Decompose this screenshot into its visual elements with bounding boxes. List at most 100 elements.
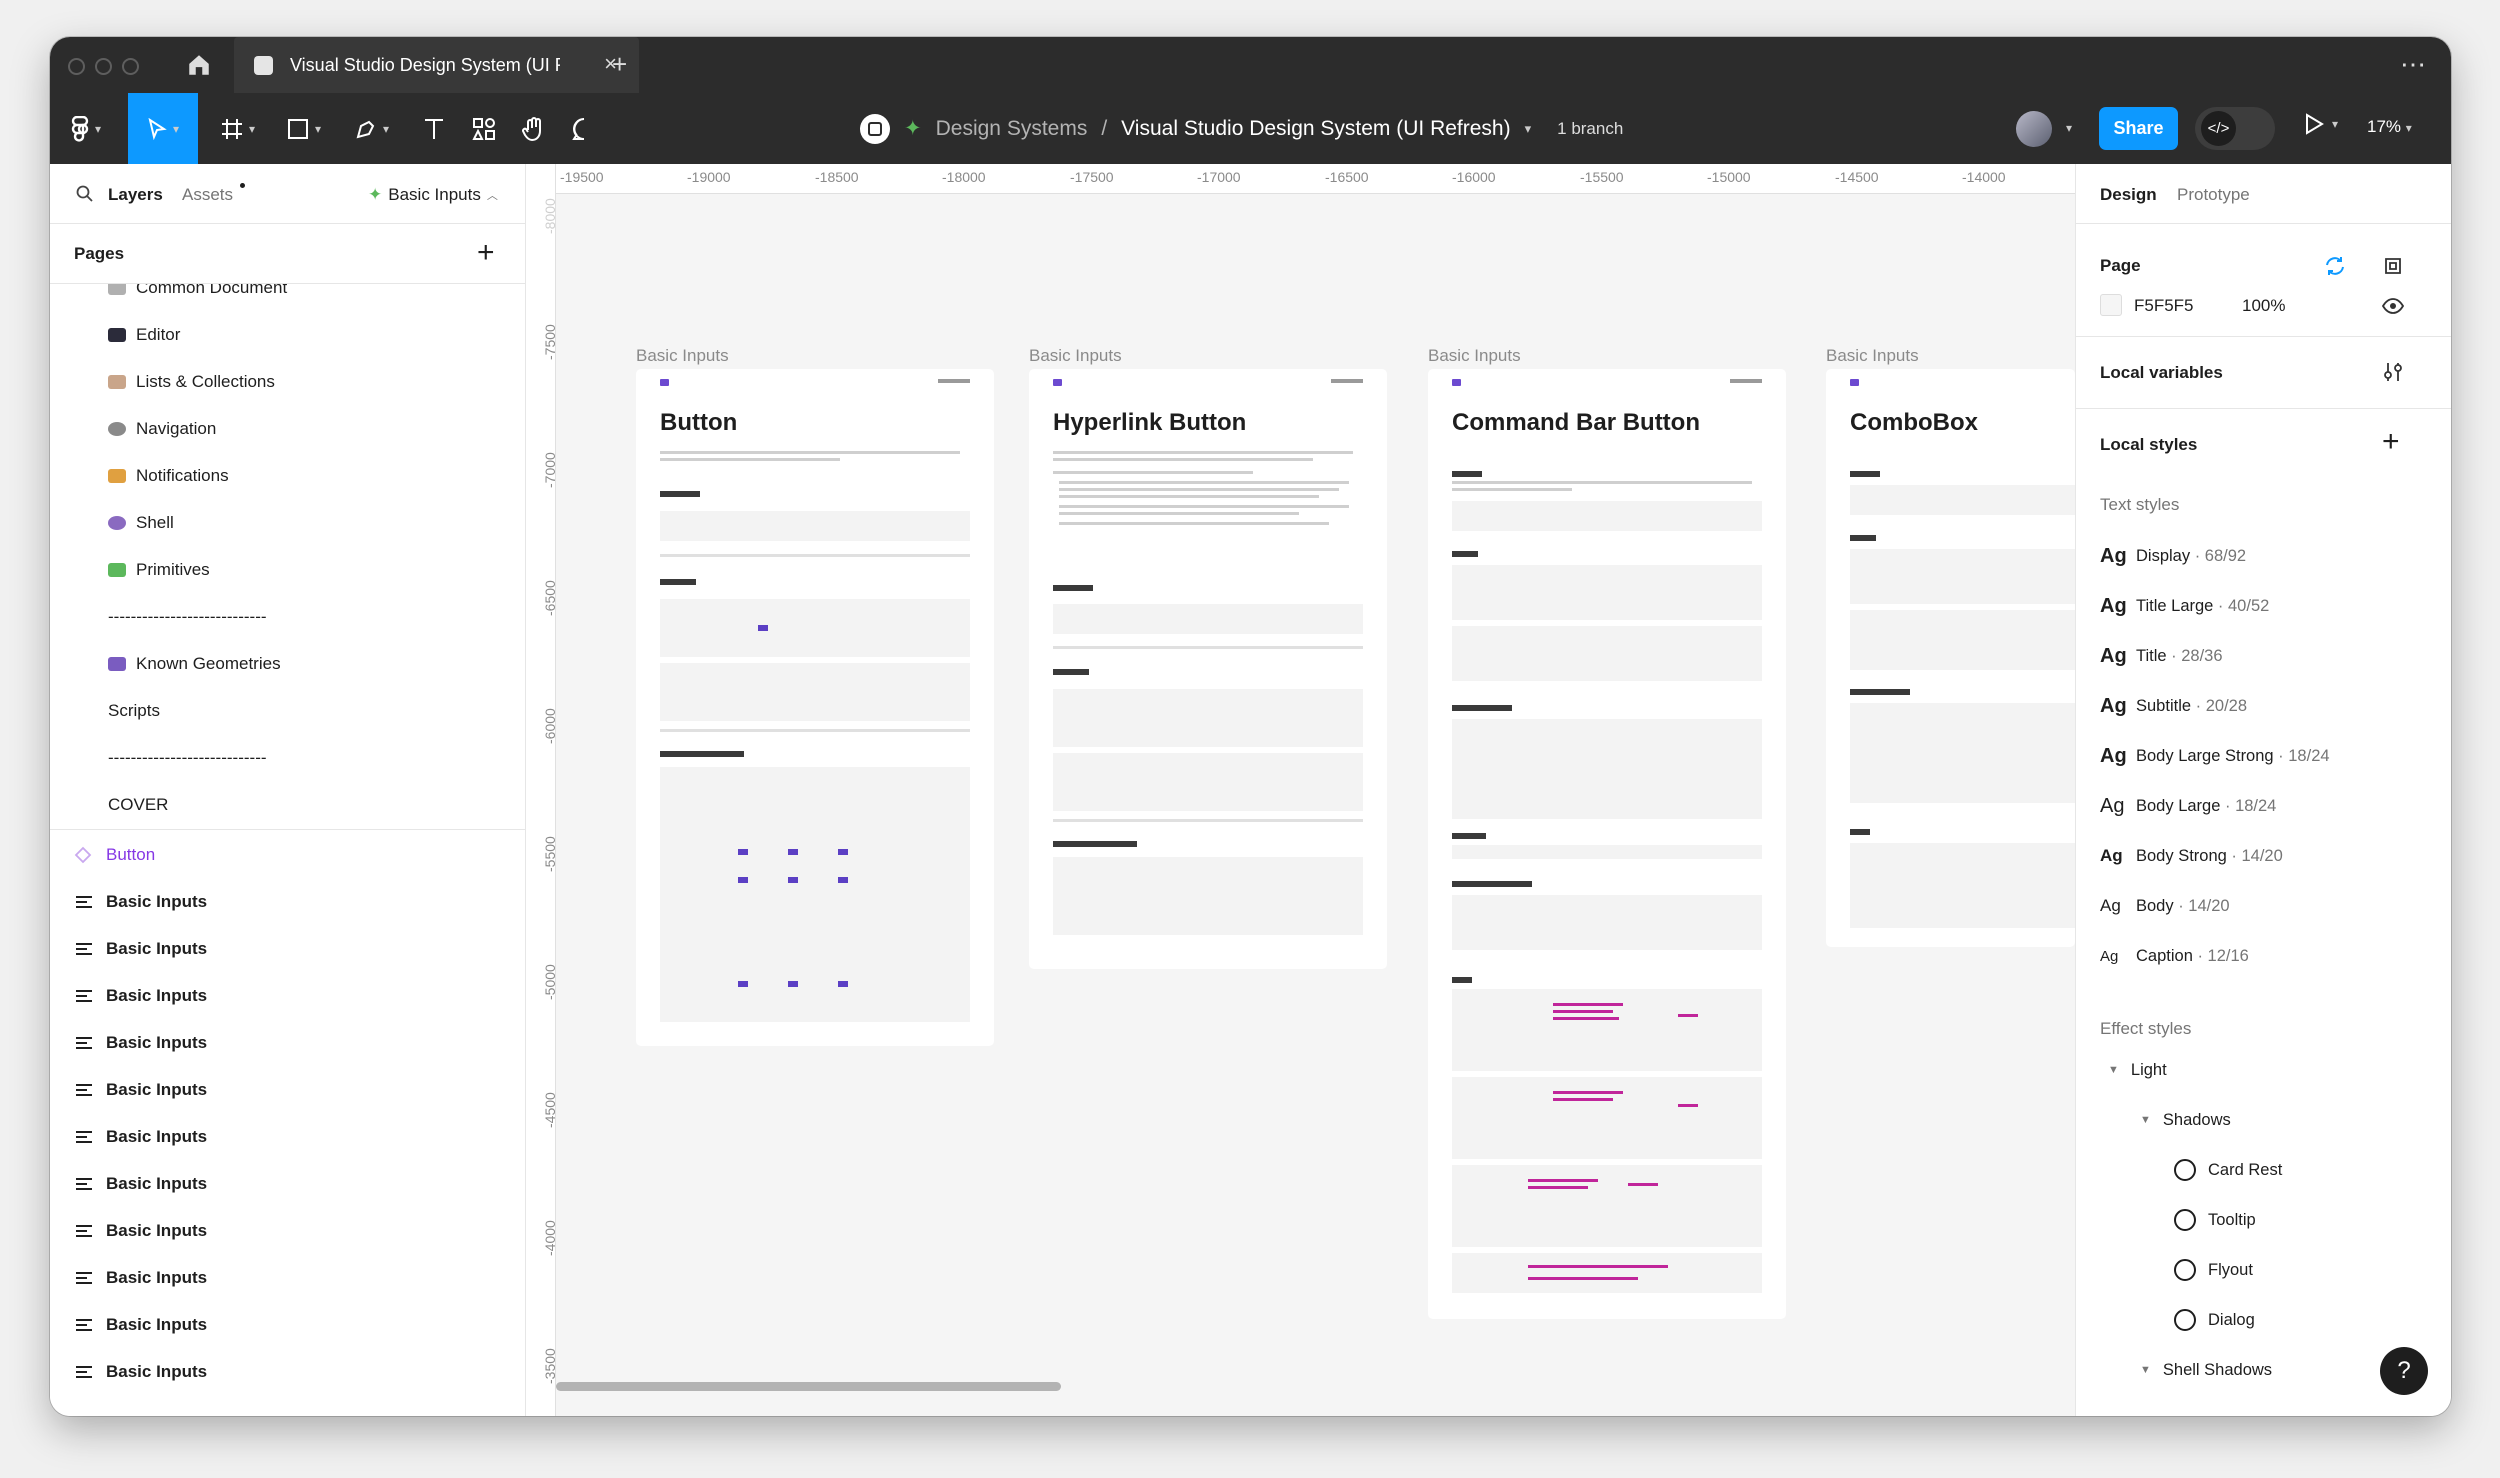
effect-subgroup[interactable]: ▼ Shell Shadows <box>2140 1355 2272 1385</box>
text-style-item[interactable]: Ag Title · 28/36 <box>2100 641 2223 671</box>
page-item[interactable]: Notifications <box>50 452 525 499</box>
avatar[interactable] <box>2016 111 2052 147</box>
text-style-item[interactable]: Ag Body Strong · 14/20 <box>2100 841 2283 871</box>
page-item-label: Notifications <box>136 465 229 485</box>
text-style-item[interactable]: Ag Caption · 12/16 <box>2100 941 2249 971</box>
page-divider[interactable]: ---------------------------- <box>50 593 525 640</box>
avatar-chevron-icon[interactable]: ▾ <box>2066 121 2072 135</box>
text-style-item[interactable]: Ag Display · 68/92 <box>2100 541 2246 571</box>
page-item[interactable]: Editor <box>50 311 525 358</box>
add-page-button[interactable]: + <box>477 236 495 270</box>
effect-style-item[interactable]: Flyout <box>2174 1255 2253 1285</box>
ruler-tick: -17500 <box>1070 169 1114 185</box>
dev-mode-toggle[interactable]: </> <box>2195 107 2275 150</box>
layer-item[interactable]: Basic Inputs <box>50 878 525 925</box>
present-button[interactable]: ▾ <box>2304 113 2338 135</box>
text-style-item[interactable]: Ag Body Large Strong · 18/24 <box>2100 741 2330 771</box>
layer-item[interactable]: Basic Inputs <box>50 972 525 1019</box>
frame-tool[interactable]: ▾ <box>210 93 266 164</box>
page-item[interactable]: Common Document <box>50 284 525 311</box>
layer-item[interactable]: Button <box>50 831 525 878</box>
local-variables-title[interactable]: Local variables <box>2100 363 2223 383</box>
page-picker[interactable]: ✦ Basic Inputs ︿ <box>368 185 498 205</box>
frame-label[interactable]: Basic Inputs <box>1428 346 1521 366</box>
effect-style-item[interactable]: Card Rest <box>2174 1155 2282 1185</box>
frame-label[interactable]: Basic Inputs <box>1826 346 1919 366</box>
text-style-item[interactable]: Ag Title Large · 40/52 <box>2100 591 2269 621</box>
effect-group[interactable]: ▼ Light <box>2108 1055 2167 1085</box>
library-icon[interactable] <box>2382 256 2404 276</box>
layer-item[interactable]: Basic Inputs <box>50 1301 525 1348</box>
file-tab[interactable]: Visual Studio Design System (UI Re × <box>234 37 639 93</box>
frame-label[interactable]: Basic Inputs <box>1029 346 1122 366</box>
text-style-size: · 12/16 <box>2192 946 2249 965</box>
home-icon[interactable] <box>186 52 212 78</box>
page-opacity-value[interactable]: 100% <box>2242 296 2285 316</box>
page-divider[interactable]: ---------------------------- <box>50 734 525 781</box>
pen-tool[interactable]: ▾ <box>344 93 400 164</box>
frame-label[interactable]: Basic Inputs <box>636 346 729 366</box>
layer-item[interactable]: Basic Inputs <box>50 925 525 972</box>
page-item[interactable]: Lists & Collections <box>50 358 525 405</box>
tab-layers[interactable]: Layers <box>108 185 163 205</box>
share-button[interactable]: Share <box>2099 107 2178 150</box>
text-style-item[interactable]: Ag Body Large · 18/24 <box>2100 791 2276 821</box>
layer-item[interactable]: Basic Inputs <box>50 1348 525 1395</box>
horizontal-scrollbar[interactable] <box>556 1382 1061 1391</box>
file-name[interactable]: Visual Studio Design System (UI Refresh) <box>1121 117 1510 141</box>
layer-item[interactable]: Basic Inputs <box>50 1207 525 1254</box>
layer-item[interactable]: Basic Inputs <box>50 1160 525 1207</box>
frame-hyperlink-button[interactable]: Hyperlink Button <box>1029 369 1387 969</box>
page-color-value[interactable]: F5F5F5 <box>2134 296 2194 316</box>
pages-title[interactable]: Pages <box>74 244 124 264</box>
frame-combobox[interactable]: ComboBox <box>1826 369 2075 947</box>
shape-tool[interactable]: ▾ <box>276 93 332 164</box>
window-controls[interactable] <box>68 58 139 75</box>
page-item[interactable]: Navigation <box>50 405 525 452</box>
help-button[interactable]: ? <box>2380 1347 2428 1395</box>
team-icon[interactable] <box>860 113 890 144</box>
breadcrumb-project[interactable]: Design Systems <box>936 117 1088 141</box>
comment-tool[interactable] <box>564 93 604 164</box>
effect-style-item[interactable]: Dialog <box>2174 1305 2255 1335</box>
layer-item[interactable]: Basic Inputs <box>50 1066 525 1113</box>
frame-title: Button <box>660 409 738 436</box>
effect-subgroup[interactable]: ▼ Shadows <box>2140 1105 2231 1135</box>
frame-button[interactable]: Button <box>636 369 994 1046</box>
layer-item[interactable]: Basic Inputs <box>50 1254 525 1301</box>
text-style-item[interactable]: Ag Subtitle · 20/28 <box>2100 691 2247 721</box>
page-item[interactable]: Known Geometries <box>50 640 525 687</box>
page-item[interactable]: COVER <box>50 781 525 828</box>
frame-command-bar-button[interactable]: Command Bar Button <box>1428 369 1786 1319</box>
page-item[interactable]: Shell <box>50 499 525 546</box>
tab-prototype[interactable]: Prototype <box>2177 185 2250 205</box>
main-menu-button[interactable]: ▾ <box>60 93 112 164</box>
search-icon[interactable] <box>76 185 94 203</box>
resources-tool[interactable] <box>464 93 504 164</box>
new-tab-button[interactable]: + <box>612 49 627 80</box>
variables-icon[interactable] <box>2382 361 2404 383</box>
tab-design[interactable]: Design <box>2100 185 2157 205</box>
text-style-item[interactable]: Ag Body · 14/20 <box>2100 891 2230 921</box>
layer-item[interactable]: Basic Inputs <box>50 1113 525 1160</box>
left-panel: Layers Assets ✦ Basic Inputs ︿ Pages + C… <box>50 164 526 1416</box>
effect-style-name: Flyout <box>2208 1260 2253 1279</box>
page-item[interactable]: Primitives <box>50 546 525 593</box>
page-item[interactable]: Scripts <box>50 687 525 734</box>
more-menu-icon[interactable]: ⋯ <box>2400 49 2427 80</box>
effect-style-item[interactable]: Tooltip <box>2174 1205 2256 1235</box>
branch-count[interactable]: 1 branch <box>1557 119 1623 139</box>
page-color-swatch[interactable] <box>2100 294 2122 316</box>
canvas[interactable]: -19500 -19000 -18500 -18000 -17500 -1700… <box>526 164 2075 1416</box>
move-tool[interactable]: ▾ <box>128 93 198 164</box>
zoom-dropdown[interactable]: 17% ▾ <box>2367 117 2412 137</box>
tab-assets[interactable]: Assets <box>182 185 233 205</box>
components-icon <box>472 117 495 140</box>
sync-icon[interactable] <box>2324 256 2346 276</box>
text-tool[interactable] <box>414 93 454 164</box>
eye-icon[interactable] <box>2382 298 2404 314</box>
chevron-down-icon[interactable]: ▾ <box>1525 121 1532 137</box>
hand-tool[interactable] <box>514 93 554 164</box>
add-style-button[interactable]: + <box>2382 425 2400 459</box>
layer-item[interactable]: Basic Inputs <box>50 1019 525 1066</box>
